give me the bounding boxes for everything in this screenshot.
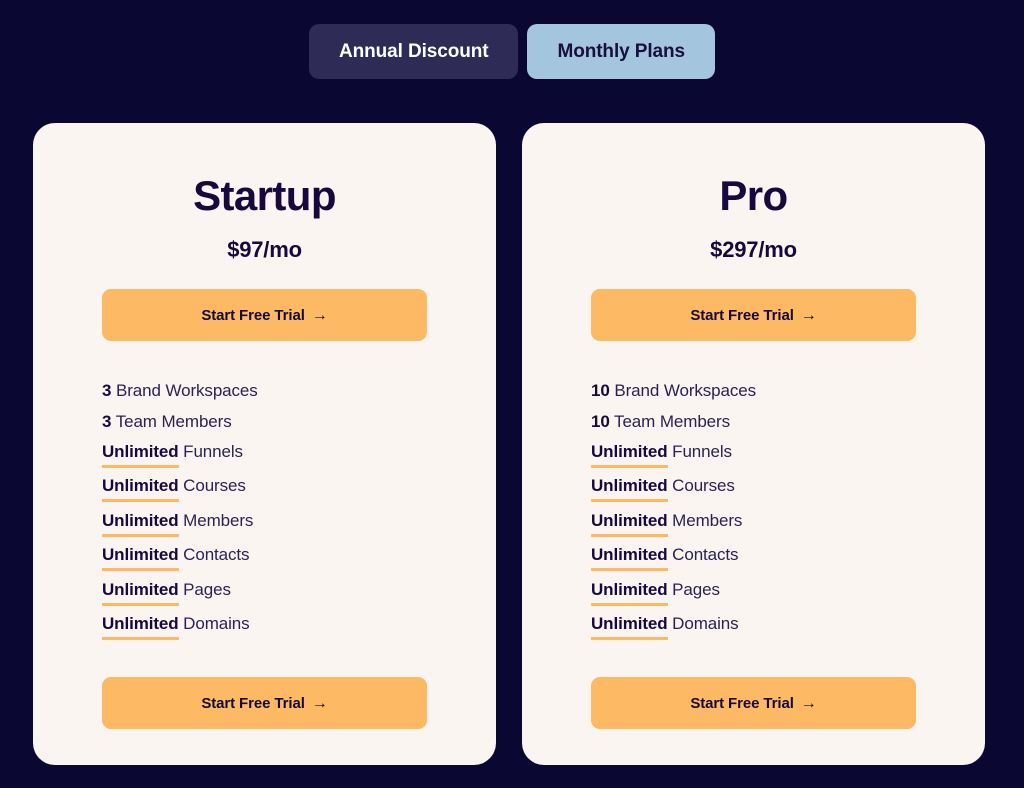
feature-label: Funnels	[672, 441, 732, 461]
feature-quantity: Unlimited	[102, 475, 179, 503]
pricing-cards: Startup $97/mo Start Free Trial → 3 Bran…	[33, 123, 985, 765]
feature-list: 3 Brand Workspaces 3 Team Members Unlimi…	[102, 380, 427, 641]
list-item: Unlimited Members	[591, 510, 916, 537]
list-item: 10 Team Members	[591, 411, 916, 434]
list-item: Unlimited Funnels	[102, 441, 427, 468]
start-free-trial-button-top[interactable]: Start Free Trial →	[591, 289, 916, 342]
plan-name: Startup	[193, 172, 336, 219]
plan-price: $97/mo	[227, 237, 302, 263]
feature-label: Members	[672, 510, 743, 530]
feature-label: Pages	[672, 579, 720, 599]
feature-label: Brand Workspaces	[115, 381, 258, 401]
feature-list: 10 Brand Workspaces 10 Team Members Unli…	[591, 380, 916, 641]
feature-quantity: Unlimited	[591, 579, 668, 606]
feature-quantity: Unlimited	[102, 613, 179, 641]
feature-quantity: Unlimited	[591, 544, 668, 572]
feature-quantity: Unlimited	[102, 441, 179, 468]
feature-quantity: 10	[591, 381, 610, 401]
cta-label: Start Free Trial	[690, 694, 794, 712]
feature-quantity: Unlimited	[102, 579, 179, 606]
start-free-trial-button-bottom[interactable]: Start Free Trial →	[591, 677, 916, 730]
feature-label: Domains	[672, 614, 739, 634]
list-item: Unlimited Pages	[591, 579, 916, 606]
arrow-right-icon: →	[311, 694, 328, 712]
pricing-card-startup: Startup $97/mo Start Free Trial → 3 Bran…	[33, 123, 496, 765]
start-free-trial-button-top[interactable]: Start Free Trial →	[102, 289, 427, 342]
plan-name: Pro	[719, 172, 788, 219]
billing-toggle-monthly[interactable]: Monthly Plans	[527, 24, 715, 79]
feature-quantity: Unlimited	[591, 613, 668, 641]
feature-label: Contacts	[183, 545, 250, 565]
arrow-right-icon: →	[800, 694, 817, 712]
list-item: 3 Brand Workspaces	[102, 380, 427, 403]
list-item: Unlimited Courses	[591, 475, 916, 503]
feature-label: Funnels	[183, 441, 243, 461]
cta-label: Start Free Trial	[201, 694, 305, 712]
feature-quantity: 3	[102, 411, 112, 431]
list-item: Unlimited Courses	[102, 475, 427, 503]
pricing-card-pro: Pro $297/mo Start Free Trial → 10 Brand …	[522, 123, 985, 765]
plan-price: $297/mo	[710, 237, 797, 263]
feature-label: Courses	[183, 476, 246, 496]
arrow-right-icon: →	[311, 306, 328, 324]
list-item: Unlimited Members	[102, 510, 427, 537]
list-item: 3 Team Members	[102, 411, 427, 434]
feature-quantity: 3	[102, 381, 112, 401]
feature-label: Contacts	[672, 545, 739, 565]
cta-label: Start Free Trial	[201, 306, 305, 324]
feature-label: Team Members	[115, 411, 232, 431]
cta-label: Start Free Trial	[690, 306, 794, 324]
list-item: 10 Brand Workspaces	[591, 380, 916, 403]
list-item: Unlimited Domains	[591, 613, 916, 641]
list-item: Unlimited Contacts	[591, 544, 916, 572]
start-free-trial-button-bottom[interactable]: Start Free Trial →	[102, 677, 427, 730]
feature-quantity: Unlimited	[591, 475, 668, 503]
billing-period-toggle: Annual Discount Monthly Plans	[0, 24, 1024, 79]
pricing-page: Annual Discount Monthly Plans Startup $9…	[0, 0, 1024, 788]
feature-label: Domains	[183, 614, 250, 634]
feature-label: Members	[183, 510, 254, 530]
feature-quantity: 10	[591, 411, 610, 431]
billing-toggle-annual[interactable]: Annual Discount	[309, 24, 519, 79]
list-item: Unlimited Contacts	[102, 544, 427, 572]
feature-label: Pages	[183, 579, 231, 599]
list-item: Unlimited Funnels	[591, 441, 916, 468]
feature-quantity: Unlimited	[102, 510, 179, 537]
feature-label: Courses	[672, 476, 735, 496]
list-item: Unlimited Pages	[102, 579, 427, 606]
feature-quantity: Unlimited	[591, 510, 668, 537]
feature-quantity: Unlimited	[102, 544, 179, 572]
feature-label: Brand Workspaces	[614, 381, 757, 401]
arrow-right-icon: →	[800, 306, 817, 324]
feature-quantity: Unlimited	[591, 441, 668, 468]
list-item: Unlimited Domains	[102, 613, 427, 641]
feature-label: Team Members	[614, 411, 730, 431]
